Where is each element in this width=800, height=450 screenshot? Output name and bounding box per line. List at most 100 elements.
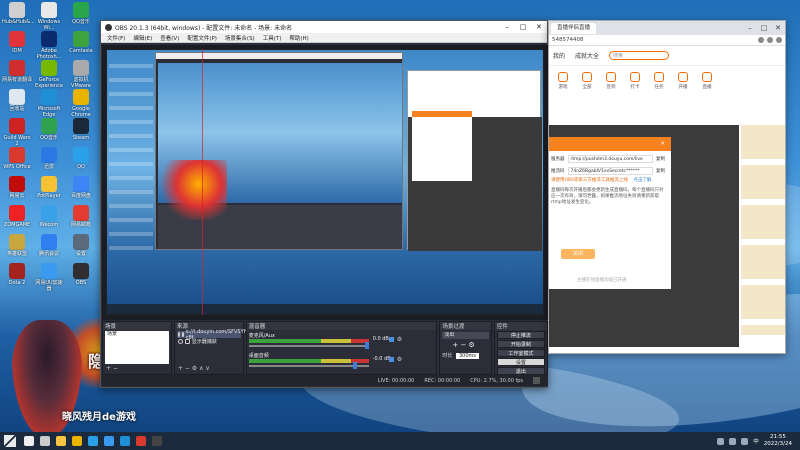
desktop-icon[interactable]: Camtasia xyxy=(66,31,96,54)
qq-icon[interactable] xyxy=(88,436,98,446)
site-search-input[interactable]: 搜索 xyxy=(609,51,670,60)
source-settings-icon[interactable]: ⚙ xyxy=(192,365,197,372)
explorer-icon[interactable] xyxy=(56,436,66,446)
desktop-icon[interactable]: QQ音乐 xyxy=(66,2,96,25)
desktop-icon[interactable]: 迅雷 xyxy=(34,147,64,170)
minimize-icon[interactable]: – xyxy=(743,24,757,32)
obs-window[interactable]: OBS 20.1.3 (64bit, windows) - 配置文件: 未命名 … xyxy=(100,20,548,388)
minimize-icon[interactable]: – xyxy=(499,23,515,31)
desktop-icon[interactable]: 网易云 xyxy=(2,176,32,199)
menu-icon[interactable] xyxy=(776,37,782,43)
desktop-icon[interactable]: Guild Wars 2 xyxy=(2,118,32,147)
settings-button[interactable]: 设置 xyxy=(496,358,545,366)
desktop-icon[interactable]: OBS xyxy=(66,263,96,286)
scene-item[interactable]: 场景 xyxy=(105,331,169,338)
duration-input[interactable]: 300ms xyxy=(455,353,479,359)
menu-file[interactable]: 文件(F) xyxy=(103,34,129,42)
app-icon[interactable] xyxy=(136,436,146,446)
volume-slider[interactable] xyxy=(248,345,369,347)
eye-icon[interactable] xyxy=(177,332,180,337)
taskbar-clock[interactable]: 21:55 2022/3/24 xyxy=(764,434,792,448)
nav-link[interactable]: 我的 xyxy=(553,51,565,60)
eye-icon[interactable] xyxy=(177,339,183,344)
lock-icon[interactable] xyxy=(184,339,190,344)
maximize-icon[interactable]: □ xyxy=(515,23,531,31)
desktop-icon[interactable]: Dota 2 xyxy=(2,263,32,286)
star-icon[interactable] xyxy=(758,37,764,43)
desktop-icon[interactable]: IDM xyxy=(2,31,32,54)
windows-start-icon[interactable] xyxy=(4,435,16,447)
add-scene-button[interactable]: + xyxy=(106,365,111,372)
close-icon[interactable]: ✕ xyxy=(771,24,785,32)
transition-add-remove[interactable]: + − ⚙ xyxy=(452,341,474,349)
desktop-icon[interactable]: ZOMGAME xyxy=(2,205,32,228)
desktop-icon[interactable]: Adobe Photosh... xyxy=(34,31,64,60)
lock-icon[interactable] xyxy=(181,332,184,337)
edge-icon[interactable] xyxy=(120,436,130,446)
desktop-icon[interactable]: Google Chrome xyxy=(66,89,96,118)
gear-icon[interactable]: ⚙ xyxy=(397,336,402,343)
remove-scene-button[interactable]: − xyxy=(113,365,118,372)
volume-slider[interactable] xyxy=(248,365,369,367)
category-item[interactable]: 签到 xyxy=(601,72,621,90)
menu-help[interactable]: 帮助(H) xyxy=(285,34,312,42)
desktop-icon[interactable]: Microsoft Edge xyxy=(34,89,64,118)
nav-link[interactable]: 成就大全 xyxy=(575,51,599,60)
taskview-icon[interactable] xyxy=(40,436,50,446)
speaker-icon[interactable] xyxy=(388,337,394,342)
close-icon[interactable]: ✕ xyxy=(660,141,665,147)
desktop-icon[interactable]: QQ音乐 xyxy=(34,118,64,141)
desktop-icon[interactable]: WPS Office xyxy=(2,147,32,170)
desktop-icon[interactable]: 虚拟机 VMware xyxy=(66,60,96,89)
desktop-icon[interactable]: 腾讯会议 xyxy=(34,234,64,257)
menu-view[interactable]: 查看(V) xyxy=(156,34,183,42)
volume-slider-knob[interactable] xyxy=(364,342,369,349)
category-item[interactable]: 游戏 xyxy=(553,72,573,90)
remove-source-button[interactable]: − xyxy=(185,365,190,372)
profile-icon[interactable] xyxy=(767,37,773,43)
gear-icon[interactable]: ⚙ xyxy=(397,356,402,363)
wecom-icon[interactable] xyxy=(104,436,114,446)
address-bar[interactable]: 548574408 xyxy=(549,35,785,46)
browser-window[interactable]: 直播伴侣直播 – □ ✕ 548574408 我的 成就大全 搜索 游戏 全部 签到… xyxy=(548,20,786,354)
desktop-icon[interactable]: Windows Wi... xyxy=(34,2,64,31)
learn-more-link[interactable]: 点击了解 xyxy=(633,178,651,183)
browser-tab[interactable]: 直播伴侣直播 xyxy=(551,22,597,34)
obs-titlebar[interactable]: OBS 20.1.3 (64bit, windows) - 配置文件: 未命名 … xyxy=(101,21,547,33)
search-icon[interactable] xyxy=(24,436,34,446)
desktop-icon[interactable]: PotPlayer xyxy=(34,176,64,199)
studio-mode-button[interactable]: 工作室模式 xyxy=(496,349,545,357)
add-source-button[interactable]: + xyxy=(178,365,183,372)
category-item[interactable]: 全部 xyxy=(577,72,597,90)
exit-button[interactable]: 退出 xyxy=(496,367,545,375)
chrome-icon[interactable] xyxy=(72,436,82,446)
category-item[interactable]: 直播 xyxy=(697,72,717,90)
desktop-icon[interactable]: Hub&Hub&... xyxy=(2,2,35,25)
move-down-icon[interactable]: ∨ xyxy=(205,365,209,372)
input-language[interactable]: 中 xyxy=(753,437,759,445)
transition-select[interactable]: 淡出 xyxy=(442,332,489,339)
category-item[interactable]: 打卡 xyxy=(625,72,645,90)
desktop-icon[interactable]: 设置 xyxy=(66,234,96,257)
menu-scene-collection[interactable]: 场景集合(S) xyxy=(221,34,259,42)
server-url-input[interactable]: rtmp://pushdm3.douyu.com/live xyxy=(567,155,653,163)
desktop-icon[interactable]: 网易邮箱 xyxy=(66,205,96,228)
obs-preview[interactable] xyxy=(102,45,548,320)
desktop-icon[interactable]: 回收站 xyxy=(2,89,32,112)
desktop-icon[interactable]: 英雄联盟 xyxy=(2,234,32,257)
desktop-icon[interactable]: Wecom xyxy=(34,205,64,228)
desktop-icon[interactable]: GeForce Experience xyxy=(34,60,64,89)
obs-icon[interactable] xyxy=(152,436,162,446)
menu-tools[interactable]: 工具(T) xyxy=(259,34,286,42)
network-icon[interactable] xyxy=(729,437,737,445)
volume-slider-knob[interactable] xyxy=(352,362,357,369)
menu-profile[interactable]: 配置文件(P) xyxy=(183,34,221,42)
copy-key-button[interactable]: 复制 xyxy=(656,168,665,174)
close-icon[interactable]: ✕ xyxy=(531,23,547,31)
move-up-icon[interactable]: ∧ xyxy=(199,365,203,372)
desktop-icon[interactable]: 网易UU加速器 xyxy=(34,263,64,292)
category-item[interactable]: 任务 xyxy=(649,72,669,90)
url-text[interactable]: 548574408 xyxy=(552,37,755,43)
speaker-icon[interactable] xyxy=(741,437,749,445)
dialog-close-button[interactable]: 关闭 xyxy=(561,249,595,259)
